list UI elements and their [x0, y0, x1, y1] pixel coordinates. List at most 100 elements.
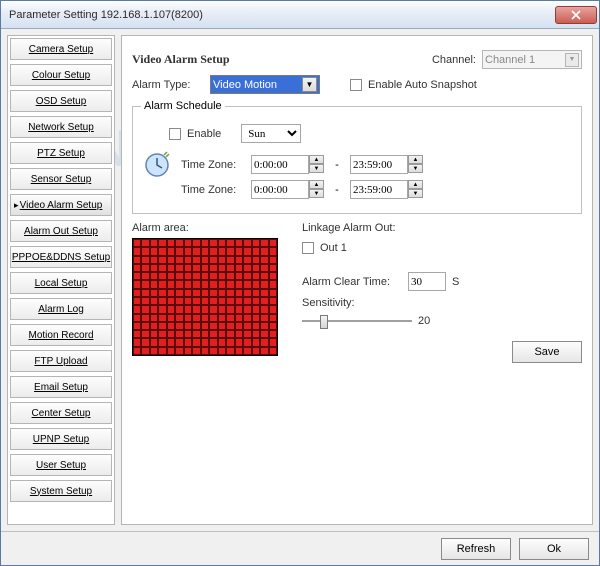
tz2-end-spinner[interactable]: ▲▼	[350, 180, 423, 199]
grid-cell[interactable]	[201, 330, 209, 338]
grid-cell[interactable]	[209, 338, 217, 346]
grid-cell[interactable]	[218, 247, 226, 255]
grid-cell[interactable]	[226, 239, 234, 247]
grid-cell[interactable]	[192, 305, 200, 313]
grid-cell[interactable]	[184, 338, 192, 346]
grid-cell[interactable]	[209, 347, 217, 355]
grid-cell[interactable]	[150, 264, 158, 272]
grid-cell[interactable]	[133, 322, 141, 330]
ok-button[interactable]: Ok	[519, 538, 589, 560]
sidebar-item-ptz-setup[interactable]: PTZ Setup	[10, 142, 112, 164]
grid-cell[interactable]	[201, 247, 209, 255]
grid-cell[interactable]	[141, 305, 149, 313]
grid-cell[interactable]	[167, 272, 175, 280]
grid-cell[interactable]	[192, 247, 200, 255]
grid-cell[interactable]	[133, 239, 141, 247]
grid-cell[interactable]	[141, 314, 149, 322]
grid-cell[interactable]	[167, 247, 175, 255]
grid-cell[interactable]	[269, 264, 277, 272]
grid-cell[interactable]	[150, 239, 158, 247]
grid-cell[interactable]	[260, 338, 268, 346]
alarm-type-select[interactable]: Video Motion ▼	[210, 75, 320, 94]
grid-cell[interactable]	[201, 280, 209, 288]
grid-cell[interactable]	[150, 289, 158, 297]
grid-cell[interactable]	[141, 322, 149, 330]
grid-cell[interactable]	[141, 297, 149, 305]
grid-cell[interactable]	[141, 330, 149, 338]
grid-cell[interactable]	[175, 330, 183, 338]
grid-cell[interactable]	[150, 247, 158, 255]
grid-cell[interactable]	[209, 264, 217, 272]
grid-cell[interactable]	[235, 289, 243, 297]
grid-cell[interactable]	[184, 264, 192, 272]
grid-cell[interactable]	[184, 280, 192, 288]
grid-cell[interactable]	[141, 338, 149, 346]
grid-cell[interactable]	[269, 338, 277, 346]
grid-cell[interactable]	[175, 347, 183, 355]
grid-cell[interactable]	[184, 272, 192, 280]
grid-cell[interactable]	[260, 239, 268, 247]
sidebar-item-alarm-out-setup[interactable]: Alarm Out Setup	[10, 220, 112, 242]
grid-cell[interactable]	[158, 330, 166, 338]
sidebar-item-upnp-setup[interactable]: UPNP Setup	[10, 428, 112, 450]
grid-cell[interactable]	[201, 289, 209, 297]
grid-cell[interactable]	[226, 347, 234, 355]
grid-cell[interactable]	[252, 305, 260, 313]
grid-cell[interactable]	[260, 297, 268, 305]
grid-cell[interactable]	[226, 314, 234, 322]
grid-cell[interactable]	[184, 256, 192, 264]
sidebar-item-alarm-log[interactable]: Alarm Log	[10, 298, 112, 320]
grid-cell[interactable]	[201, 239, 209, 247]
sidebar-item-email-setup[interactable]: Email Setup	[10, 376, 112, 398]
grid-cell[interactable]	[235, 264, 243, 272]
grid-cell[interactable]	[226, 264, 234, 272]
tz2-start-input[interactable]	[251, 180, 309, 199]
grid-cell[interactable]	[269, 314, 277, 322]
grid-cell[interactable]	[133, 314, 141, 322]
sidebar-item-system-setup[interactable]: System Setup	[10, 480, 112, 502]
grid-cell[interactable]	[243, 322, 251, 330]
grid-cell[interactable]	[150, 338, 158, 346]
grid-cell[interactable]	[218, 305, 226, 313]
grid-cell[interactable]	[175, 322, 183, 330]
grid-cell[interactable]	[260, 280, 268, 288]
grid-cell[interactable]	[184, 297, 192, 305]
grid-cell[interactable]	[192, 314, 200, 322]
grid-cell[interactable]	[184, 347, 192, 355]
grid-cell[interactable]	[218, 280, 226, 288]
grid-cell[interactable]	[243, 347, 251, 355]
sidebar-item-center-setup[interactable]: Center Setup	[10, 402, 112, 424]
grid-cell[interactable]	[167, 330, 175, 338]
grid-cell[interactable]	[252, 322, 260, 330]
grid-cell[interactable]	[133, 330, 141, 338]
grid-cell[interactable]	[269, 322, 277, 330]
grid-cell[interactable]	[192, 347, 200, 355]
grid-cell[interactable]	[226, 322, 234, 330]
grid-cell[interactable]	[218, 314, 226, 322]
grid-cell[interactable]	[260, 264, 268, 272]
tz1-end-spinner[interactable]: ▲▼	[350, 155, 423, 174]
grid-cell[interactable]	[201, 314, 209, 322]
grid-cell[interactable]	[192, 322, 200, 330]
grid-cell[interactable]	[150, 330, 158, 338]
grid-cell[interactable]	[133, 297, 141, 305]
grid-cell[interactable]	[141, 239, 149, 247]
spin-down-icon[interactable]: ▼	[408, 189, 423, 198]
grid-cell[interactable]	[252, 256, 260, 264]
grid-cell[interactable]	[252, 272, 260, 280]
grid-cell[interactable]	[184, 322, 192, 330]
grid-cell[interactable]	[209, 330, 217, 338]
grid-cell[interactable]	[150, 347, 158, 355]
grid-cell[interactable]	[133, 272, 141, 280]
grid-cell[interactable]	[218, 338, 226, 346]
grid-cell[interactable]	[167, 239, 175, 247]
grid-cell[interactable]	[218, 272, 226, 280]
grid-cell[interactable]	[226, 338, 234, 346]
grid-cell[interactable]	[209, 247, 217, 255]
grid-cell[interactable]	[201, 338, 209, 346]
grid-cell[interactable]	[192, 338, 200, 346]
grid-cell[interactable]	[252, 314, 260, 322]
grid-cell[interactable]	[269, 330, 277, 338]
sidebar-item-local-setup[interactable]: Local Setup	[10, 272, 112, 294]
grid-cell[interactable]	[209, 239, 217, 247]
